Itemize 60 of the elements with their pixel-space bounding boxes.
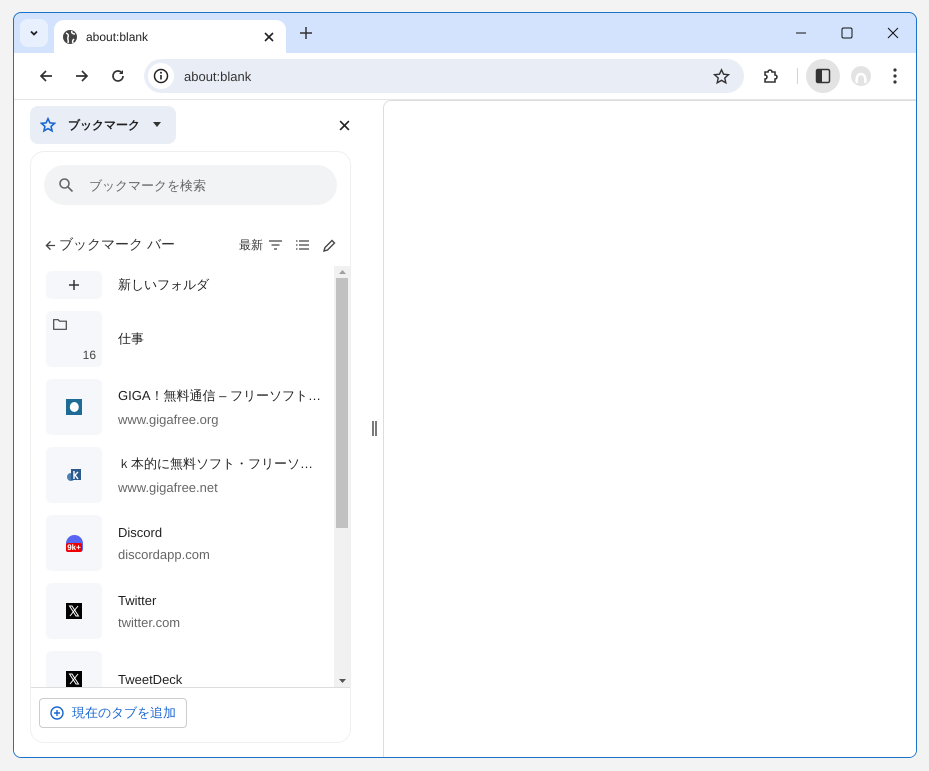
search-field[interactable]: ブックマークを検索 xyxy=(44,165,337,205)
reload-icon[interactable] xyxy=(111,69,125,83)
add-current-tab-button[interactable]: 現在のタブを追加 xyxy=(39,698,187,728)
item-title: GIGA！無料通信 – フリーソフト… xyxy=(118,387,321,405)
bookmark-item[interactable]: GIGA！無料通信 – フリーソフト… www.gigafree.org xyxy=(46,379,334,435)
plus-icon xyxy=(69,280,79,290)
item-url: discordapp.com xyxy=(118,546,210,562)
maximize-icon[interactable] xyxy=(841,27,853,39)
tab-title: about:blank xyxy=(86,30,150,44)
item-title: ｋ本的に無料ソフト・フリーソ… xyxy=(118,455,313,473)
address-bar[interactable]: about:blank xyxy=(144,59,744,93)
address-text: about:blank xyxy=(184,68,252,84)
filter-icon xyxy=(269,240,282,250)
star-icon[interactable] xyxy=(713,68,730,84)
x-logo-icon xyxy=(66,671,82,687)
sort-button[interactable]: 最新 xyxy=(239,236,282,254)
favicon-icon xyxy=(66,467,82,483)
resize-handle-icon[interactable] xyxy=(372,421,377,436)
new-folder-item[interactable]: 新しいフォルダ xyxy=(46,271,334,299)
star-icon xyxy=(40,117,56,133)
item-url: www.gigafree.org xyxy=(118,412,220,427)
close-icon[interactable] xyxy=(264,32,274,42)
folder-item[interactable]: 16 仕事 xyxy=(46,311,334,367)
back-arrow-icon[interactable] xyxy=(39,69,53,83)
favicon-icon: 9k+ xyxy=(66,534,82,552)
panel-selector-dropdown[interactable]: ブックマーク xyxy=(30,106,176,144)
menu-icon[interactable] xyxy=(893,68,897,84)
item-url: twitter.com xyxy=(118,614,180,630)
bookmark-item[interactable]: Twitter twitter.com xyxy=(46,583,334,639)
scrollbar[interactable] xyxy=(334,266,350,687)
side-panel-icon xyxy=(815,68,831,84)
bookmark-count: 16 xyxy=(82,348,96,362)
bookmark-item[interactable]: ｋ本的に無料ソフト・フリーソ… www.gigafree.net xyxy=(46,447,334,503)
item-title: 新しいフォルダ xyxy=(118,276,209,294)
item-title: TweetDeck xyxy=(118,672,182,686)
x-logo-icon xyxy=(66,603,82,619)
puzzle-icon[interactable] xyxy=(762,67,780,85)
search-icon xyxy=(58,177,74,193)
add-circle-icon xyxy=(50,706,64,720)
globe-icon xyxy=(62,28,78,44)
item-title: Twitter xyxy=(118,592,158,608)
back-folder-link[interactable]: ブックマーク バー xyxy=(45,236,175,254)
browser-tab[interactable]: about:blank xyxy=(54,20,286,53)
list-view-icon[interactable] xyxy=(296,240,309,250)
item-title: Discord xyxy=(118,524,164,540)
caret-icon xyxy=(152,122,162,128)
close-icon[interactable] xyxy=(339,120,350,130)
pencil-icon[interactable] xyxy=(323,238,336,252)
forward-arrow-icon[interactable] xyxy=(75,69,89,83)
item-title: 仕事 xyxy=(118,330,144,348)
scroll-down-icon[interactable] xyxy=(338,679,346,683)
back-arrow-icon xyxy=(45,240,56,250)
bookmark-item[interactable]: 9k+ Discord discordapp.com xyxy=(46,515,334,571)
folder-icon xyxy=(53,319,67,330)
item-url: www.gigafree.net xyxy=(118,480,219,495)
new-tab-icon[interactable] xyxy=(300,27,312,39)
close-icon[interactable] xyxy=(887,27,899,39)
info-icon[interactable] xyxy=(153,68,169,84)
side-panel-button[interactable] xyxy=(806,59,840,93)
favicon-icon xyxy=(66,399,82,415)
